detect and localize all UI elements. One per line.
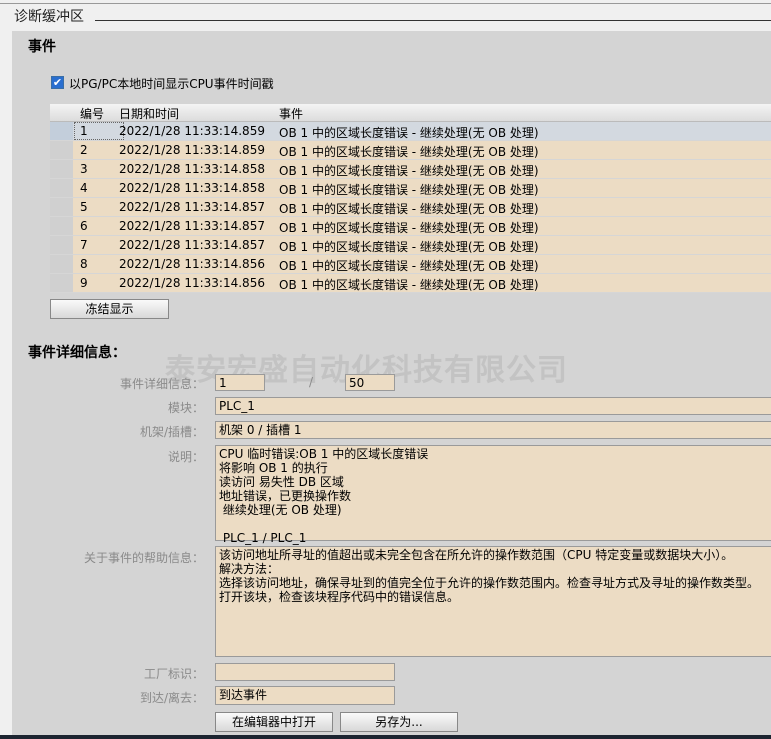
column-header-datetime[interactable]: 日期和时间 — [119, 105, 179, 122]
table-row[interactable]: 6 2022/1/28 11:33:14.857 OB 1 中的区域长度错误 -… — [50, 217, 771, 236]
cell-event: OB 1 中的区域长度错误 - 继续处理(无 OB 处理) — [279, 164, 539, 178]
events-heading: 事件 — [28, 39, 56, 55]
local-time-checkbox[interactable]: ✔ — [51, 76, 64, 89]
row-selector[interactable] — [50, 141, 73, 159]
cell-number: 8 — [80, 257, 88, 271]
row-selector[interactable] — [50, 236, 73, 254]
table-row[interactable]: 5 2022/1/28 11:33:14.857 OB 1 中的区域长度错误 -… — [50, 198, 771, 217]
help-label: 关于事件的帮助信息： — [83, 551, 204, 565]
cell-datetime: 2022/1/28 11:33:14.858 — [119, 162, 265, 176]
row-selector[interactable] — [50, 217, 73, 235]
row-selector[interactable] — [50, 122, 73, 140]
cell-event: OB 1 中的区域长度错误 - 继续处理(无 OB 处理) — [279, 183, 539, 197]
module-field: PLC_1 — [215, 397, 771, 415]
cell-number: 5 — [80, 200, 88, 214]
table-row[interactable]: 2 2022/1/28 11:33:14.859 OB 1 中的区域长度错误 -… — [50, 141, 771, 160]
module-label: 模块： — [167, 401, 204, 415]
cell-datetime: 2022/1/28 11:33:14.858 — [119, 181, 265, 195]
bottom-bar — [0, 735, 771, 739]
cell-number: 2 — [80, 143, 88, 157]
row-selector[interactable] — [50, 160, 73, 178]
table-row[interactable]: 1 2022/1/28 11:33:14.859 OB 1 中的区域长度错误 -… — [50, 122, 771, 141]
event-total-field: 50 — [345, 374, 395, 391]
cell-datetime: 2022/1/28 11:33:14.857 — [119, 200, 265, 214]
help-field: 该访问地址所寻址的值超出或未完全包含在所允许的操作数范围（CPU 特定变量或数据… — [215, 546, 771, 657]
top-border — [0, 3, 771, 4]
plant-id-field — [215, 663, 395, 681]
row-selector[interactable] — [50, 255, 73, 273]
cell-number: 6 — [80, 219, 88, 233]
title-divider — [95, 20, 771, 21]
row-selector[interactable] — [50, 274, 73, 292]
events-table: 编号 日期和时间 事件 1 2022/1/28 11:33:14.859 OB … — [50, 104, 771, 293]
row-selector[interactable] — [50, 198, 73, 216]
details-heading: 事件详细信息： — [28, 345, 126, 361]
cell-datetime: 2022/1/28 11:33:14.857 — [119, 219, 265, 233]
index-separator: / — [309, 375, 314, 389]
table-row[interactable]: 8 2022/1/28 11:33:14.856 OB 1 中的区域长度错误 -… — [50, 255, 771, 274]
cell-event: OB 1 中的区域长度错误 - 继续处理(无 OB 处理) — [279, 278, 539, 292]
open-in-editor-button[interactable]: 在编辑器中打开 — [215, 712, 333, 732]
cell-datetime: 2022/1/28 11:33:14.859 — [119, 143, 265, 157]
cell-event: OB 1 中的区域长度错误 - 继续处理(无 OB 处理) — [279, 145, 539, 159]
arrive-leave-label: 到达/离去： — [139, 691, 204, 705]
cell-number: 9 — [80, 276, 88, 290]
cell-event: OB 1 中的区域长度错误 - 继续处理(无 OB 处理) — [279, 240, 539, 254]
event-index-field[interactable]: 1 — [215, 374, 265, 391]
cell-number: 1 — [74, 122, 124, 140]
table-header: 编号 日期和时间 事件 — [50, 104, 771, 122]
index-label: 事件详细信息： — [119, 377, 204, 391]
row-selector[interactable] — [50, 179, 73, 197]
cell-datetime: 2022/1/28 11:33:14.856 — [119, 276, 265, 290]
rack-slot-field: 机架 0 / 插槽 1 — [215, 421, 771, 439]
cell-number: 7 — [80, 238, 88, 252]
window-title: 诊断缓冲区 — [14, 9, 84, 25]
cell-event: OB 1 中的区域长度错误 - 继续处理(无 OB 处理) — [279, 202, 539, 216]
cell-event: OB 1 中的区域长度错误 - 继续处理(无 OB 处理) — [279, 126, 539, 140]
table-row[interactable]: 7 2022/1/28 11:33:14.857 OB 1 中的区域长度错误 -… — [50, 236, 771, 255]
cell-event: OB 1 中的区域长度错误 - 继续处理(无 OB 处理) — [279, 259, 539, 273]
freeze-display-button[interactable]: 冻结显示 — [50, 299, 169, 319]
column-header-number[interactable]: 编号 — [80, 105, 104, 122]
rack-slot-label: 机架/插槽： — [139, 425, 204, 439]
description-field: CPU 临时错误:OB 1 中的区域长度错误 将影响 OB 1 的执行 读访问 … — [215, 445, 771, 545]
description-label: 说明： — [167, 450, 204, 464]
column-header-event[interactable]: 事件 — [279, 105, 303, 122]
table-row[interactable]: 4 2022/1/28 11:33:14.858 OB 1 中的区域长度错误 -… — [50, 179, 771, 198]
plant-id-label: 工厂标识： — [143, 667, 204, 681]
cell-event: OB 1 中的区域长度错误 - 继续处理(无 OB 处理) — [279, 221, 539, 235]
cell-number: 4 — [80, 181, 88, 195]
cell-number: 3 — [80, 162, 88, 176]
arrive-leave-field: 到达事件 — [215, 686, 395, 705]
cell-datetime: 2022/1/28 11:33:14.859 — [119, 124, 265, 138]
table-row[interactable]: 9 2022/1/28 11:33:14.856 OB 1 中的区域长度错误 -… — [50, 274, 771, 293]
local-time-checkbox-label[interactable]: 以PG/PC本地时间显示CPU事件时间戳 — [69, 75, 274, 92]
cell-datetime: 2022/1/28 11:33:14.856 — [119, 257, 265, 271]
cell-datetime: 2022/1/28 11:33:14.857 — [119, 238, 265, 252]
table-row[interactable]: 3 2022/1/28 11:33:14.858 OB 1 中的区域长度错误 -… — [50, 160, 771, 179]
save-as-button[interactable]: 另存为... — [340, 712, 458, 732]
